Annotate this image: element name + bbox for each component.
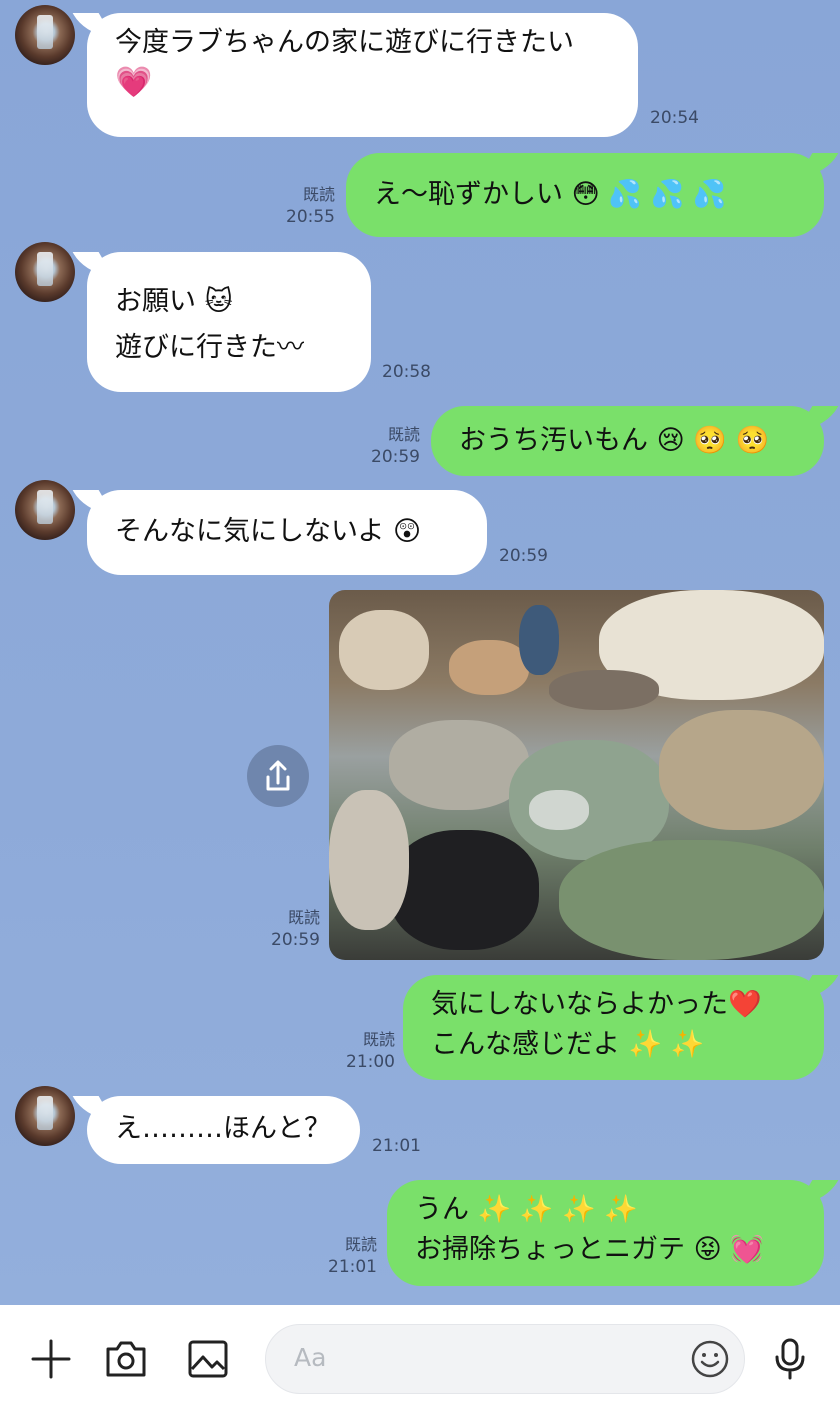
message-bubble-incoming[interactable]: お願い 🐱 遊びに行きた〰: [87, 252, 371, 392]
read-label: 既読: [287, 908, 320, 927]
message-read-status: 既読 21:00: [330, 1029, 395, 1073]
message-time: 20:59: [371, 447, 420, 467]
message-bubble-incoming[interactable]: え………ほんと？: [87, 1096, 360, 1164]
read-label: 既読: [302, 185, 335, 204]
plus-icon[interactable]: [29, 1337, 73, 1381]
message-input[interactable]: Aa: [265, 1324, 745, 1394]
message-time: 20:59: [271, 930, 320, 950]
message-read-status: 既読 20:55: [270, 184, 335, 228]
message-read-status: 既読 21:01: [312, 1234, 377, 1278]
read-label: 既読: [344, 1235, 377, 1254]
composer-bar: Aa: [0, 1305, 840, 1414]
message-time: 20:58: [382, 362, 431, 382]
message-text: うん ✨ ✨ ✨ ✨: [415, 1194, 638, 1225]
message-time: 20:59: [499, 546, 548, 566]
message-text: 今度ラブちゃんの家に遊びに行きたい: [115, 27, 574, 58]
message-read-status: 既読 20:59: [355, 424, 420, 468]
message-image[interactable]: [329, 590, 824, 960]
message-time: 20:55: [286, 207, 335, 227]
message-time: 20:54: [650, 108, 699, 128]
chat-area[interactable]: 今度ラブちゃんの家に遊びに行きたい 💗 20:54 既読 20:55 え〜恥ずか…: [0, 0, 840, 1305]
message-text: え………ほんと？: [115, 1113, 331, 1144]
avatar[interactable]: [15, 1086, 75, 1146]
message-read-status: 既読 20:59: [255, 907, 320, 951]
avatar[interactable]: [15, 480, 75, 540]
share-icon: [266, 760, 290, 791]
share-button[interactable]: [247, 745, 309, 807]
message-bubble-outgoing[interactable]: 気にしないならよかった❤️ こんな感じだよ ✨ ✨: [403, 975, 824, 1080]
avatar[interactable]: [15, 5, 75, 65]
message-text: お願い 🐱: [115, 286, 233, 317]
mic-icon[interactable]: [768, 1337, 812, 1381]
message-text: おうち汚いもん 😢 🥺 🥺: [459, 425, 770, 456]
message-bubble-incoming[interactable]: そんなに気にしないよ 😲: [87, 490, 487, 575]
avatar[interactable]: [15, 242, 75, 302]
message-bubble-outgoing[interactable]: え〜恥ずかしい 😳 💦 💦 💦: [346, 153, 824, 237]
message-bubble-incoming[interactable]: 今度ラブちゃんの家に遊びに行きたい 💗: [87, 13, 638, 137]
message-time: 21:01: [372, 1136, 421, 1156]
message-bubble-outgoing[interactable]: おうち汚いもん 😢 🥺 🥺: [431, 406, 824, 476]
message-text: え〜恥ずかしい 😳 💦 💦 💦: [374, 179, 727, 210]
message-bubble-outgoing[interactable]: うん ✨ ✨ ✨ ✨ お掃除ちょっとニガテ 😝 💓: [387, 1180, 824, 1286]
message-text: お掃除ちょっとニガテ 😝 💓: [415, 1234, 764, 1265]
read-label: 既読: [387, 425, 420, 444]
message-text: 気にしないならよかった❤️: [431, 989, 762, 1020]
message-text: こんな感じだよ ✨ ✨: [431, 1029, 705, 1060]
emoji-icon[interactable]: [690, 1339, 730, 1379]
message-text: 遊びに行きた〰: [115, 332, 304, 363]
message-time: 21:01: [328, 1257, 377, 1277]
message-text: 💗: [115, 65, 153, 100]
input-placeholder: Aa: [294, 1343, 327, 1372]
message-text: そんなに気にしないよ 😲: [115, 516, 422, 547]
message-time: 21:00: [346, 1052, 395, 1072]
read-label: 既読: [362, 1030, 395, 1049]
camera-icon[interactable]: [104, 1337, 148, 1381]
image-icon[interactable]: [186, 1337, 230, 1381]
